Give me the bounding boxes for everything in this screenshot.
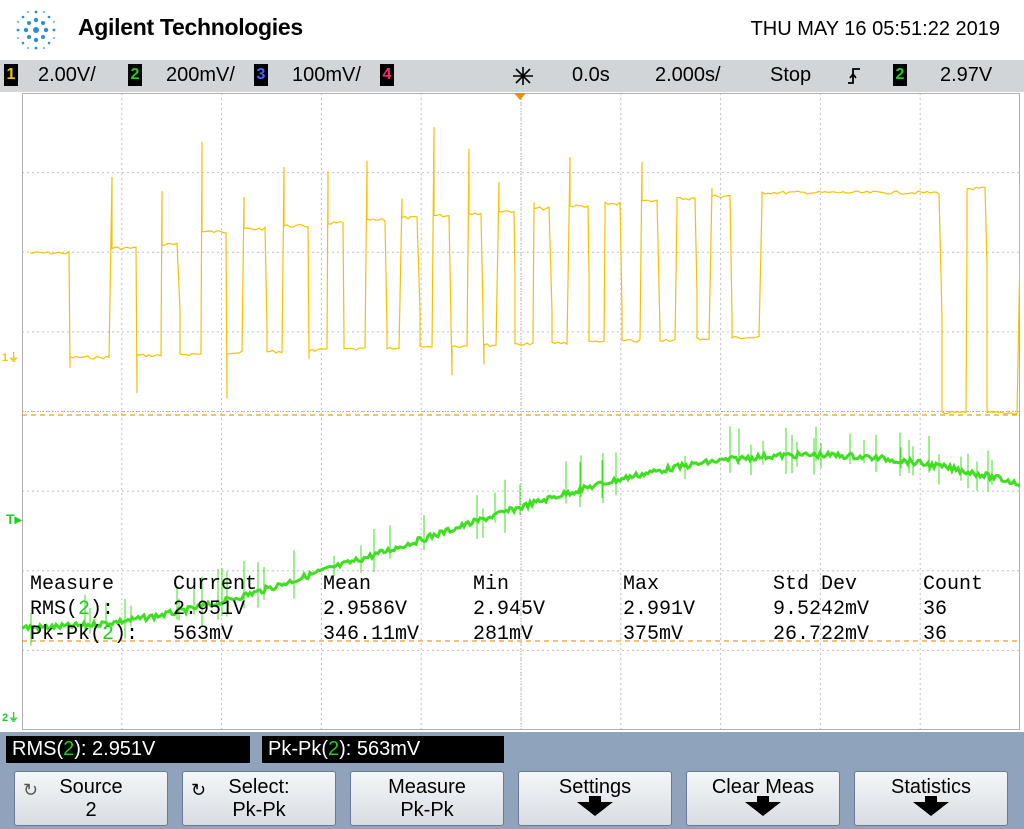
softkey-value: 2 [85, 799, 97, 821]
ch4-badge[interactable]: 4 [380, 64, 394, 86]
trigger-channel-badge[interactable]: 2 [893, 64, 907, 86]
min-value: 2.945V [473, 598, 546, 621]
pkpk-result[interactable]: Pk-Pk(2): 563mV [262, 736, 504, 763]
ch3-scale[interactable]: 100mV/ [292, 64, 361, 87]
softkey-value: Pk-Pk [400, 799, 454, 821]
col-header: Measure [30, 573, 115, 596]
header: Agilent Technologies THU MAY 16 05:51:22… [0, 0, 1024, 60]
col-header: Mean [323, 573, 372, 596]
count-value: 36 [923, 623, 948, 646]
table-row: RMS(2): 2.951V 2.9586V 2.945V 2.991V 9.5… [30, 598, 990, 622]
ch2-badge[interactable]: 2 [128, 64, 142, 86]
brand-name: Agilent Technologies [78, 14, 303, 40]
softkey-label: Measure [388, 776, 466, 798]
ch1-marker[interactable]: 1⏚ [2, 349, 19, 365]
ch1-trace [29, 127, 1020, 415]
col-header: Std Dev [773, 573, 858, 596]
max-value: 375mV [623, 623, 684, 646]
rms-result[interactable]: RMS(2): 2.951V [6, 736, 250, 763]
table-row: Pk-Pk(2): 563mV 346.11mV 281mV 375mV 26.… [30, 623, 990, 647]
current-value: 563mV [173, 623, 234, 646]
max-value: 2.991V [623, 598, 696, 621]
trigger-level[interactable]: 2.97V [940, 64, 992, 87]
softkey-value: Pk-Pk [232, 799, 286, 821]
agilent-spark-logo [16, 10, 56, 50]
col-header: Min [473, 573, 510, 596]
softkey-label: Select: [228, 776, 290, 798]
ch3-badge[interactable]: 3 [254, 64, 268, 86]
clear-meas-softkey[interactable]: Clear Meas [686, 771, 840, 826]
count-value: 36 [923, 598, 948, 621]
trigger-position-marker [514, 93, 526, 100]
mean-value: 2.9586V [323, 598, 408, 621]
trigger-marker-label: T [6, 511, 15, 527]
settings-softkey[interactable]: Settings [518, 771, 672, 826]
trigger-slope-icon [848, 68, 860, 84]
table-header-row: Measure Current Mean Min Max Std Dev Cou… [30, 573, 990, 597]
ch2-scale[interactable]: 200mV/ [166, 64, 235, 87]
measurement-name: Pk-Pk(2): [30, 623, 139, 646]
std-dev-value: 9.5242mV [773, 598, 870, 621]
trigger-level-marker[interactable]: T▸ [6, 511, 22, 528]
source-softkey[interactable]: ↻ Source 2 [14, 771, 168, 826]
measurement-name: RMS(2): [30, 598, 115, 621]
status-bar: 1 2.00V/ 2 200mV/ 3 100mV/ 4 0.0s 2.000s… [0, 60, 1024, 92]
std-dev-value: 26.722mV [773, 623, 870, 646]
col-header: Count [923, 573, 984, 596]
horizontal-delay[interactable]: 0.0s [572, 64, 610, 87]
acquire-icon [513, 67, 533, 85]
ch1-marker-label: 1 [2, 352, 9, 364]
mean-value: 346.11mV [323, 623, 420, 646]
ch2-marker-label: 2 [2, 712, 9, 724]
date-time: THU MAY 16 05:51:22 2019 [750, 18, 1000, 40]
col-header: Current [173, 573, 258, 596]
ch1-scale[interactable]: 2.00V/ [38, 64, 96, 87]
select-softkey[interactable]: ↻ Select: Pk-Pk [182, 771, 336, 826]
min-value: 281mV [473, 623, 534, 646]
ch1-badge[interactable]: 1 [4, 64, 18, 86]
current-value: 2.951V [173, 598, 246, 621]
measurement-results-bar: RMS(2): 2.951V Pk-Pk(2): 563mV [0, 732, 1024, 768]
timebase[interactable]: 2.000s/ [655, 64, 721, 87]
statistics-softkey[interactable]: Statistics [854, 771, 1008, 826]
softkey-bar: ↻ Source 2 ↻ Select: Pk-Pk Measure Pk-Pk… [0, 768, 1024, 829]
col-header: Max [623, 573, 660, 596]
measure-softkey[interactable]: Measure Pk-Pk [350, 771, 504, 826]
softkey-label: Source [59, 776, 123, 798]
run-state[interactable]: Stop [770, 64, 811, 87]
ch2-marker[interactable]: 2⏚ [2, 709, 19, 725]
